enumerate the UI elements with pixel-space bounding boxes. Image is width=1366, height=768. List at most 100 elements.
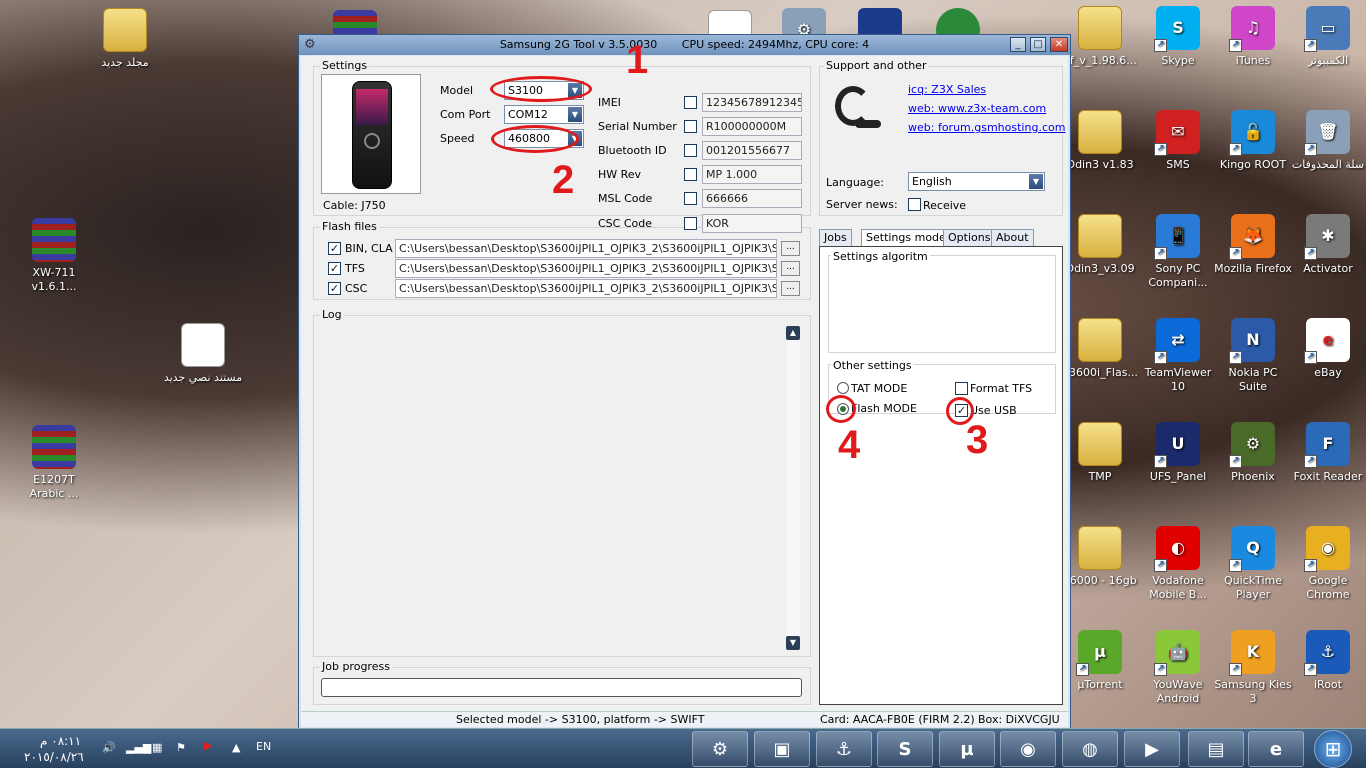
- desktop-icon-ebay[interactable]: e ↗ eBay: [1288, 318, 1366, 380]
- minimize-button[interactable]: _: [1010, 37, 1026, 52]
- log-scrollbar[interactable]: ▲ ▼: [786, 326, 800, 650]
- web-link-gsmhosting[interactable]: web: forum.gsmhosting.com: [908, 121, 1065, 134]
- desktop-icon-xw711[interactable]: XW-711 v1.6.1...: [14, 218, 94, 294]
- desktop-icon-activator[interactable]: ✱ ↗ Activator: [1288, 214, 1366, 276]
- taskbar-button-media[interactable]: ▶: [1124, 731, 1180, 767]
- id-field-checkbox[interactable]: [684, 120, 697, 133]
- icq-link[interactable]: icq: Z3X Sales: [908, 83, 986, 96]
- volume-icon[interactable]: 🔊: [102, 741, 116, 754]
- id-field-value[interactable]: 12345678912345: [702, 93, 802, 112]
- device-icon[interactable]: ▦: [152, 741, 162, 754]
- desktop-icon-label: YouWave Android: [1153, 678, 1203, 705]
- desktop-icon-phoenix[interactable]: ⚙ ↗ Phoenix: [1213, 422, 1293, 484]
- id-field-value[interactable]: 001201556677: [702, 141, 802, 160]
- desktop-icon-ufs-panel[interactable]: U ↗ UFS_Panel: [1138, 422, 1218, 484]
- desktop-icon-samsung-kies-3[interactable]: K ↗ Samsung Kies 3: [1213, 630, 1293, 706]
- tray-expand-icon[interactable]: ▲: [232, 741, 240, 754]
- media-tray-icon[interactable]: ▶: [204, 739, 212, 752]
- desktop-icon-kingo-root[interactable]: 🔓 ↗ Kingo ROOT: [1213, 110, 1293, 172]
- taskbar-button-utorrent[interactable]: µ: [939, 731, 995, 767]
- desktop-icon-tmp[interactable]: TMP: [1060, 422, 1140, 484]
- taskbar-button-explorer[interactable]: ▤: [1188, 731, 1244, 767]
- desktop-icon-af-v-1-98-6[interactable]: af_v_1.98.6...: [1060, 6, 1140, 68]
- desktop-icon-iroot[interactable]: ⚓ ↗ iRoot: [1288, 630, 1366, 692]
- clock-date[interactable]: ٢٠١٥/٠٨/٢٦: [24, 750, 84, 764]
- tab-settings-model[interactable]: Settings model: [861, 229, 954, 247]
- desktop-icon-partial-app[interactable]: [840, 8, 920, 34]
- title-bar[interactable]: ⚙ Samsung 2G Tool v 3.5.0030 CPU speed: …: [299, 35, 1070, 55]
- scroll-down-icon[interactable]: ▼: [786, 636, 800, 650]
- clock-time[interactable]: ٠٨:١١ م: [40, 734, 81, 748]
- network-signal-icon[interactable]: ▂▄▆: [126, 741, 151, 754]
- close-button[interactable]: ✕: [1050, 37, 1068, 52]
- comport-select[interactable]: COM12 ▼: [504, 105, 584, 124]
- language-select[interactable]: English ▼: [908, 172, 1045, 191]
- desktop-icon-v6000-16gb[interactable]: v6000 - 16gb: [1060, 526, 1140, 588]
- language-indicator[interactable]: EN: [256, 740, 271, 753]
- flash-file-checkbox[interactable]: ✓: [328, 242, 341, 255]
- desktop-icon-partial-gear[interactable]: ⚙: [764, 8, 844, 34]
- desktop-icon-[interactable]: 🗑 ↗ سلة المحذوفات: [1288, 110, 1366, 172]
- flash-file-path[interactable]: C:\Users\bessan\Desktop\S3600iJPIL1_OJPI…: [395, 279, 777, 298]
- id-field-checkbox[interactable]: [684, 192, 697, 205]
- flash-file-checkbox[interactable]: ✓: [328, 262, 341, 275]
- id-field-value[interactable]: 666666: [702, 189, 802, 208]
- desktop-icon-partial-winrar[interactable]: [315, 10, 395, 34]
- desktop-icon-nokia-pc-suite[interactable]: N ↗ Nokia PC Suite: [1213, 318, 1293, 394]
- desktop-icon-partial-globe[interactable]: [918, 8, 998, 34]
- tab-about[interactable]: About: [991, 229, 1034, 246]
- scroll-up-icon[interactable]: ▲: [786, 326, 800, 340]
- tat-mode-radio[interactable]: [837, 382, 849, 394]
- browse-button[interactable]: ...: [781, 261, 800, 276]
- desktop-icon-label: af_v_1.98.6...: [1063, 54, 1137, 67]
- taskbar-button-iroot[interactable]: ⚓: [816, 731, 872, 767]
- taskbar-button-chrome[interactable]: ◉: [1000, 731, 1056, 767]
- id-field-value[interactable]: R100000000M: [702, 117, 802, 136]
- desktop-icon-label: TeamViewer 10: [1144, 366, 1212, 393]
- start-button[interactable]: ⊞: [1314, 730, 1352, 768]
- maximize-button[interactable]: □: [1030, 37, 1046, 52]
- browse-button[interactable]: ...: [781, 281, 800, 296]
- desktop-icon-s3600i-flas[interactable]: S3600i_Flas...: [1060, 318, 1140, 380]
- desktop-icon-[interactable]: ▭ ↗ الكمبيوتر: [1288, 6, 1366, 68]
- tab-jobs[interactable]: Jobs: [819, 229, 852, 246]
- id-field-checkbox[interactable]: [684, 217, 697, 230]
- desktop-icon-quicktime-player[interactable]: Q ↗ QuickTime Player: [1213, 526, 1293, 602]
- id-field-checkbox[interactable]: [684, 96, 697, 109]
- browse-button[interactable]: ...: [781, 241, 800, 256]
- taskbar-button-firefox[interactable]: ◍: [1062, 731, 1118, 767]
- desktop-icon-foxit-reader[interactable]: F ↗ Foxit Reader: [1288, 422, 1366, 484]
- desktop-icon-e1207t[interactable]: E1207T Arabic ...: [14, 425, 94, 501]
- taskbar-button-photo[interactable]: ▣: [754, 731, 810, 767]
- desktop-icon-odin3-v3-09[interactable]: Odin3_v3.09: [1060, 214, 1140, 276]
- flag-icon[interactable]: ⚑: [176, 741, 186, 754]
- taskbar-button-z3x[interactable]: ⚙: [692, 731, 748, 767]
- desktop-icon-skype[interactable]: S ↗ Skype: [1138, 6, 1218, 68]
- id-field-checkbox[interactable]: [684, 144, 697, 157]
- desktop-icon-torrent[interactable]: µ ↗ µTorrent: [1060, 630, 1140, 692]
- desktop-icon-new-text[interactable]: مستند نصي جديد: [163, 323, 243, 385]
- desktop-icon-mozilla-firefox[interactable]: 🦊 ↗ Mozilla Firefox: [1213, 214, 1293, 276]
- web-link-z3x[interactable]: web: www.z3x-team.com: [908, 102, 1046, 115]
- desktop-icon-vodafone-mobile-b[interactable]: ◐ ↗ Vodafone Mobile B...: [1138, 526, 1218, 602]
- desktop-icon-sony-pc-compani[interactable]: 📱 ↗ Sony PC Compani...: [1138, 214, 1218, 290]
- desktop-icon-teamviewer-10[interactable]: ⇄ ↗ TeamViewer 10: [1138, 318, 1218, 394]
- desktop-icon-google-chrome[interactable]: ◉ ↗ Google Chrome: [1288, 526, 1366, 602]
- flash-file-path[interactable]: C:\Users\bessan\Desktop\S3600iJPIL1_OJPI…: [395, 259, 777, 278]
- desktop-icon-youwave-android[interactable]: 🤖 ↗ YouWave Android: [1138, 630, 1218, 706]
- desktop-icon-partial-doc[interactable]: [690, 10, 770, 34]
- id-field-checkbox[interactable]: [684, 168, 697, 181]
- flash-file-checkbox[interactable]: ✓: [328, 282, 341, 295]
- id-field-value[interactable]: MP 1.000: [702, 165, 802, 184]
- format-tfs-checkbox[interactable]: [955, 382, 968, 395]
- receive-checkbox[interactable]: [908, 198, 921, 211]
- desktop-icon-itunes[interactable]: ♫ ↗ iTunes: [1213, 6, 1293, 68]
- flash-file-path[interactable]: C:\Users\bessan\Desktop\S3600iJPIL1_OJPI…: [395, 239, 777, 258]
- id-field-value[interactable]: KOR: [702, 214, 802, 233]
- desktop-icon-new-folder[interactable]: مجلد جديد: [85, 8, 165, 70]
- taskbar-button-skype[interactable]: S: [877, 731, 933, 767]
- tab-options[interactable]: Options: [943, 229, 996, 246]
- taskbar-button-ie[interactable]: e: [1248, 731, 1304, 767]
- desktop-icon-sms[interactable]: ✉ ↗ SMS: [1138, 110, 1218, 172]
- desktop-icon-odin3-v1-83[interactable]: Odin3 v1.83: [1060, 110, 1140, 172]
